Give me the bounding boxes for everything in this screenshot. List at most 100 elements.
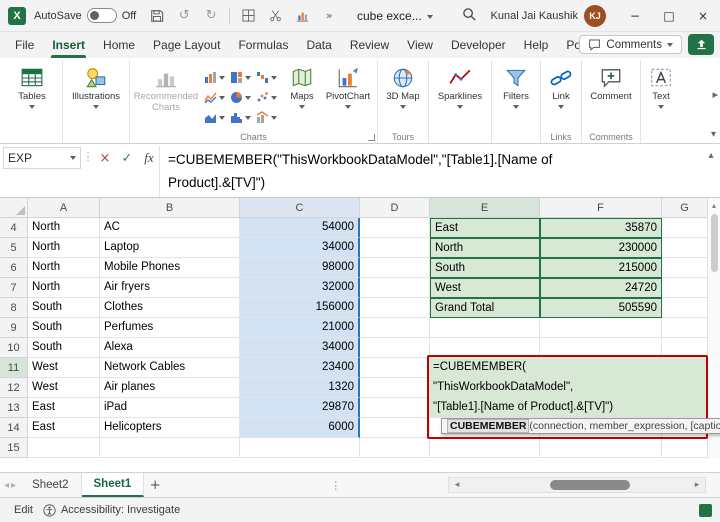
qat-overflow-button[interactable]: » (320, 7, 338, 25)
cell-A14[interactable]: East (28, 418, 100, 438)
document-title[interactable]: cube exce... (357, 9, 433, 23)
link-button[interactable]: Link (544, 62, 578, 109)
close-button[interactable]: × (686, 0, 720, 32)
cell-D10[interactable] (360, 338, 430, 358)
cell-G6[interactable] (662, 258, 708, 278)
cell-A13[interactable]: East (28, 398, 100, 418)
column-header-F[interactable]: F (540, 198, 662, 218)
cell-G7[interactable] (662, 278, 708, 298)
cell-B5[interactable]: Laptop (100, 238, 240, 258)
cell-F9[interactable] (540, 318, 662, 338)
formula-input[interactable]: =CUBEMEMBER("ThisWorkbookDataModel","[Ta… (159, 146, 702, 197)
cell-C6[interactable]: 98000 (240, 258, 360, 278)
comment-button[interactable]: Comment (585, 62, 637, 103)
scroll-right-button[interactable]: ▸ (689, 480, 705, 490)
cell-G15[interactable] (662, 438, 708, 458)
cell-A10[interactable]: South (28, 338, 100, 358)
cell-B9[interactable]: Perfumes (100, 318, 240, 338)
redo-button[interactable]: ↻ (202, 7, 220, 25)
ribbon-tab-insert[interactable]: Insert (43, 32, 94, 58)
column-header-C[interactable]: C (240, 198, 360, 218)
row-header-11[interactable]: 11 (0, 358, 28, 378)
vertical-scroll-thumb[interactable] (711, 214, 718, 272)
cell-E15[interactable] (430, 438, 540, 458)
cell-D12[interactable] (360, 378, 430, 398)
cancel-entry-button[interactable]: × (95, 148, 115, 168)
column-header-B[interactable]: B (100, 198, 240, 218)
cell-E9[interactable] (430, 318, 540, 338)
ribbon-tab-review[interactable]: Review (341, 32, 398, 58)
cell-B12[interactable]: Air planes (100, 378, 240, 398)
row-header-9[interactable]: 9 (0, 318, 28, 338)
cell-C15[interactable] (240, 438, 360, 458)
scatter-chart-button[interactable] (254, 88, 279, 107)
area-chart-button[interactable] (202, 108, 227, 127)
chart-button[interactable] (293, 7, 311, 25)
cell-C5[interactable]: 34000 (240, 238, 360, 258)
cell-E5[interactable]: North (430, 238, 540, 258)
cell-D7[interactable] (360, 278, 430, 298)
excel-app-icon[interactable]: X (8, 7, 26, 25)
cell-B8[interactable]: Clothes (100, 298, 240, 318)
sheet-tab-sheet1[interactable]: Sheet1 (82, 473, 145, 497)
new-sheet-button[interactable]: + (144, 473, 166, 497)
cell-E7[interactable]: West (430, 278, 540, 298)
cell-A9[interactable]: South (28, 318, 100, 338)
prev-sheet-button[interactable]: ◂ (4, 480, 9, 491)
histogram-chart-button[interactable] (228, 108, 253, 127)
horizontal-scrollbar[interactable]: ◂ ▸ (448, 477, 706, 493)
cell-G9[interactable] (662, 318, 708, 338)
column-header-G[interactable]: G (662, 198, 708, 218)
maps-button[interactable]: Maps (282, 62, 322, 109)
line-chart-button[interactable] (202, 88, 227, 107)
save-button[interactable] (148, 7, 166, 25)
maximize-button[interactable]: □ (652, 0, 686, 32)
cell-E4[interactable]: East (430, 218, 540, 238)
cell-C14[interactable]: 6000 (240, 418, 360, 438)
cell-A8[interactable]: South (28, 298, 100, 318)
select-all-corner[interactable] (0, 198, 28, 218)
cell-A7[interactable]: North (28, 278, 100, 298)
text-button[interactable]: Text (644, 62, 678, 109)
cell-A12[interactable]: West (28, 378, 100, 398)
cell-D9[interactable] (360, 318, 430, 338)
row-header-4[interactable]: 4 (0, 218, 28, 238)
cell-E6[interactable]: South (430, 258, 540, 278)
tables-button[interactable]: Tables (5, 62, 59, 109)
search-button[interactable] (462, 7, 477, 25)
cell-E8[interactable]: Grand Total (430, 298, 540, 318)
cell-F7[interactable]: 24720 (540, 278, 662, 298)
cell-A4[interactable]: North (28, 218, 100, 238)
share-button[interactable] (688, 34, 714, 55)
cell-G8[interactable] (662, 298, 708, 318)
borders-button[interactable] (239, 7, 257, 25)
insert-function-button[interactable]: fx (139, 148, 159, 168)
cell-F5[interactable]: 230000 (540, 238, 662, 258)
cell-C11[interactable]: 23400 (240, 358, 360, 378)
ribbon-tab-file[interactable]: File (6, 32, 43, 58)
next-sheet-button[interactable]: ▸ (11, 480, 16, 491)
cell-D14[interactable] (360, 418, 430, 438)
cell-B4[interactable]: AC (100, 218, 240, 238)
sheet-tab-sheet2[interactable]: Sheet2 (20, 473, 81, 497)
row-header-15[interactable]: 15 (0, 438, 28, 458)
autosave-control[interactable]: AutoSave Off (34, 8, 136, 23)
hierarchy-chart-button[interactable] (228, 68, 253, 87)
sparklines-button[interactable]: Sparklines (432, 62, 488, 109)
cell-B14[interactable]: Helicopters (100, 418, 240, 438)
cell-D13[interactable] (360, 398, 430, 418)
combo-chart-button[interactable] (254, 108, 279, 127)
status-green-icon[interactable] (699, 504, 712, 517)
undo-button[interactable]: ↺ (175, 7, 193, 25)
cell-A11[interactable]: West (28, 358, 100, 378)
cell-C7[interactable]: 32000 (240, 278, 360, 298)
cell-F8[interactable]: 505590 (540, 298, 662, 318)
cell-D15[interactable] (360, 438, 430, 458)
horizontal-scroll-thumb[interactable] (550, 480, 630, 490)
ribbon-tab-view[interactable]: View (398, 32, 442, 58)
scroll-left-button[interactable]: ◂ (449, 480, 465, 490)
horizontal-scroll-track[interactable] (465, 478, 689, 492)
ribbon-tab-developer[interactable]: Developer (442, 32, 515, 58)
cell-D4[interactable] (360, 218, 430, 238)
row-header-13[interactable]: 13 (0, 398, 28, 418)
